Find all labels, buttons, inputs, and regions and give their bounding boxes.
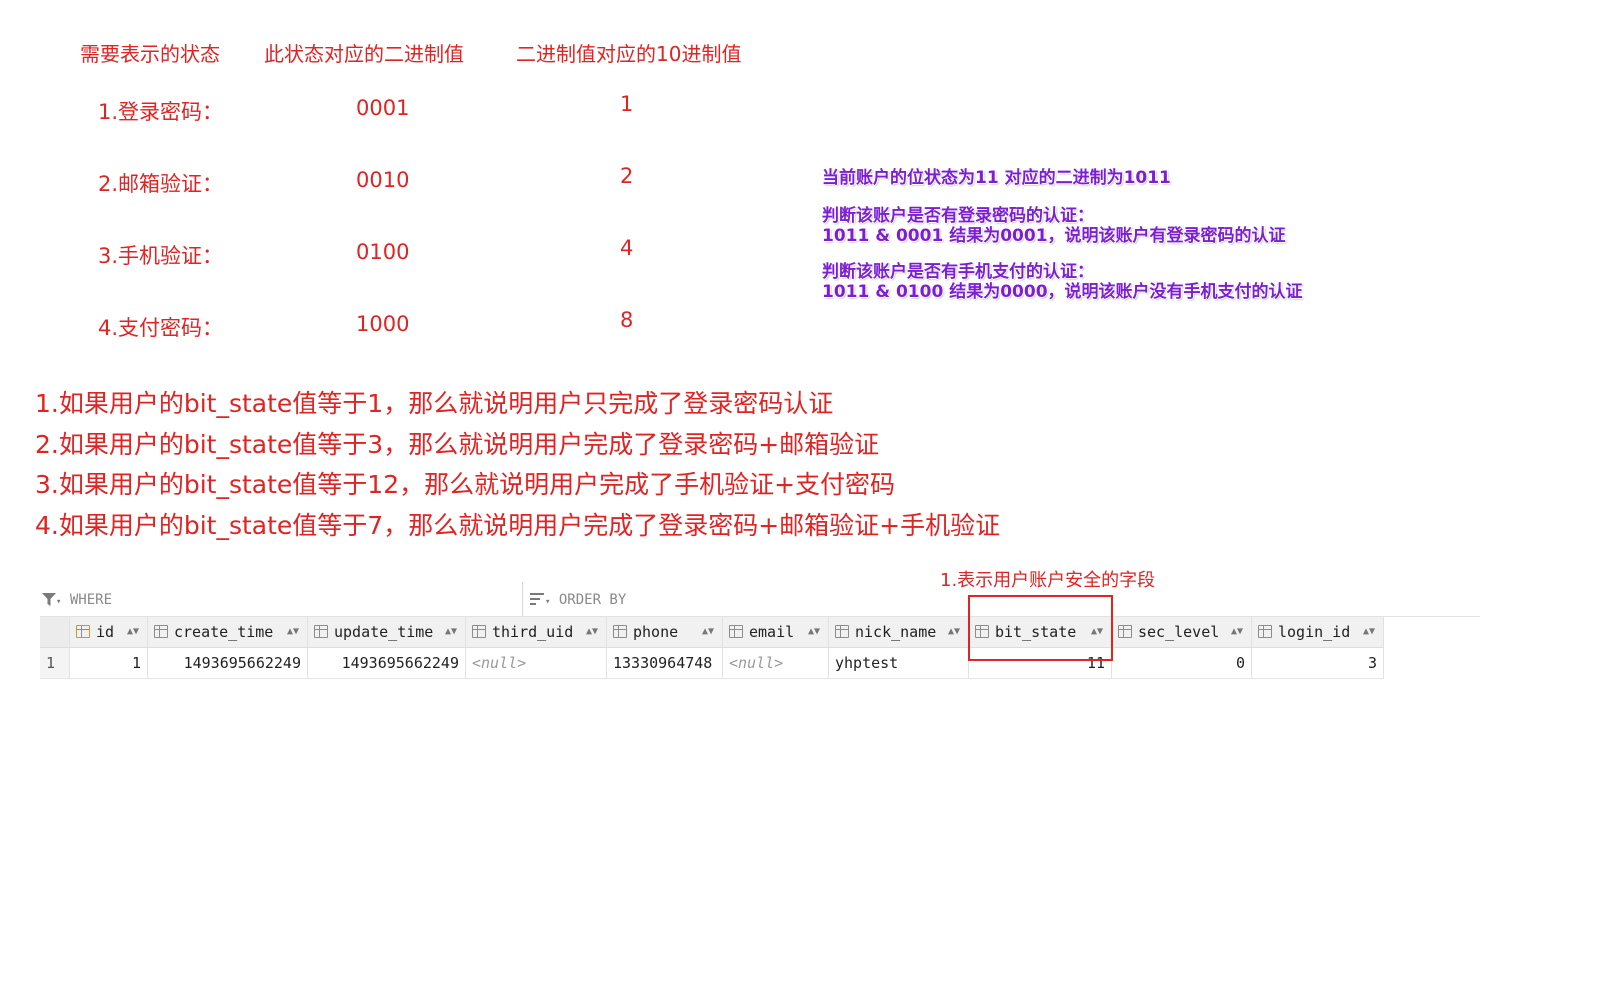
filter-icon bbox=[42, 593, 56, 606]
note-line-4: 判断该账户是否有手机支付的认证： bbox=[822, 262, 1094, 282]
column-header-nick-name[interactable]: nick_name ▲▼ bbox=[829, 617, 969, 647]
column-icon bbox=[729, 625, 743, 638]
state-decimal-phone: 4 bbox=[620, 236, 634, 260]
state-label-payment: 4.支付密码： bbox=[98, 316, 224, 340]
order-by-filter[interactable]: ▾ ORDER BY bbox=[530, 592, 626, 608]
where-filter[interactable]: ▾ WHERE bbox=[42, 592, 112, 608]
column-icon bbox=[314, 625, 328, 638]
sort-icon[interactable]: ▲▼ bbox=[1363, 617, 1375, 647]
state-label-login: 1.登录密码： bbox=[98, 100, 224, 124]
row-number-header bbox=[40, 617, 70, 647]
column-header-email[interactable]: email ▲▼ bbox=[723, 617, 829, 647]
state-binary-phone: 0100 bbox=[356, 240, 410, 264]
state-decimal-email: 2 bbox=[620, 164, 634, 188]
note-line-3: 1011 & 0001 结果为0001，说明该账户有登录密码的认证 bbox=[822, 226, 1286, 246]
cell-id[interactable]: 1 bbox=[70, 648, 148, 678]
cell-email[interactable]: <null> bbox=[723, 648, 829, 678]
note-line-5: 1011 & 0100 结果为0000，说明该账户没有手机支付的认证 bbox=[822, 282, 1303, 302]
column-header-id[interactable]: id ▲▼ bbox=[70, 617, 148, 647]
column-header-phone[interactable]: phone ▲▼ bbox=[607, 617, 723, 647]
rule-3: 3.如果用户的bit_state值等于12，那么就说明用户完成了手机验证+支付密… bbox=[35, 470, 896, 499]
rule-2: 2.如果用户的bit_state值等于3，那么就说明用户完成了登录密码+邮箱验证 bbox=[35, 430, 880, 459]
cell-sec-level[interactable]: 0 bbox=[1112, 648, 1252, 678]
note-line-2: 判断该账户是否有登录密码的认证： bbox=[822, 206, 1094, 226]
column-icon bbox=[154, 625, 168, 638]
column-header-update-time[interactable]: update_time ▲▼ bbox=[308, 617, 466, 647]
cell-third-uid[interactable]: <null> bbox=[466, 648, 607, 678]
state-decimal-login: 1 bbox=[620, 92, 634, 116]
state-binary-login: 0001 bbox=[356, 96, 410, 120]
sort-icon[interactable]: ▲▼ bbox=[586, 617, 598, 647]
bit-state-highlight-box bbox=[968, 595, 1113, 661]
column-header-create-time[interactable]: create_time ▲▼ bbox=[148, 617, 308, 647]
column-header-sec-level[interactable]: sec_level ▲▼ bbox=[1112, 617, 1252, 647]
row-number: 1 bbox=[40, 648, 70, 678]
sort-lines-icon bbox=[530, 593, 544, 605]
header-state: 需要表示的状态 bbox=[80, 42, 220, 66]
state-decimal-payment: 8 bbox=[620, 308, 634, 332]
cell-login-id[interactable]: 3 bbox=[1252, 648, 1384, 678]
rule-1: 1.如果用户的bit_state值等于1，那么就说明用户只完成了登录密码认证 bbox=[35, 389, 834, 418]
column-icon bbox=[613, 625, 627, 638]
sort-icon[interactable]: ▲▼ bbox=[948, 617, 960, 647]
column-icon bbox=[472, 625, 486, 638]
cell-phone[interactable]: 13330964748 bbox=[607, 648, 723, 678]
sort-icon[interactable]: ▲▼ bbox=[445, 617, 457, 647]
cell-nick-name[interactable]: yhptest bbox=[829, 648, 969, 678]
table-row[interactable]: 1 1 1493695662249 1493695662249 <null> 1… bbox=[40, 648, 1384, 679]
state-label-phone: 3.手机验证： bbox=[98, 244, 224, 268]
key-column-icon bbox=[76, 625, 90, 638]
note-line-1: 当前账户的位状态为11 对应的二进制为1011 bbox=[822, 168, 1171, 188]
rule-4: 4.如果用户的bit_state值等于7，那么就说明用户完成了登录密码+邮箱验证… bbox=[35, 511, 1001, 540]
cell-update-time[interactable]: 1493695662249 bbox=[308, 648, 466, 678]
sort-icon[interactable]: ▲▼ bbox=[1231, 617, 1243, 647]
grid-header-row: id ▲▼ create_time ▲▼ update_time ▲▼ third_u… bbox=[40, 617, 1384, 648]
column-icon bbox=[1118, 625, 1132, 638]
column-header-third-uid[interactable]: third_uid ▲▼ bbox=[466, 617, 607, 647]
header-binary: 此状态对应的二进制值 bbox=[264, 42, 464, 66]
sort-icon[interactable]: ▲▼ bbox=[702, 617, 714, 647]
column-header-login-id[interactable]: login_id ▲▼ bbox=[1252, 617, 1384, 647]
column-icon bbox=[1258, 625, 1272, 638]
state-binary-payment: 1000 bbox=[356, 312, 410, 336]
column-icon bbox=[835, 625, 849, 638]
filter-toolbar: ▾ WHERE ▾ ORDER BY bbox=[40, 582, 1480, 617]
order-by-label: ORDER BY bbox=[558, 592, 627, 608]
sort-icon[interactable]: ▲▼ bbox=[127, 617, 139, 647]
toolbar-divider bbox=[522, 582, 523, 616]
state-label-email: 2.邮箱验证： bbox=[98, 172, 224, 196]
sort-icon[interactable]: ▲▼ bbox=[287, 617, 299, 647]
header-decimal: 二进制值对应的10进制值 bbox=[516, 42, 742, 66]
where-label: WHERE bbox=[69, 592, 113, 608]
state-binary-email: 0010 bbox=[356, 168, 410, 192]
cell-create-time[interactable]: 1493695662249 bbox=[148, 648, 308, 678]
sort-icon[interactable]: ▲▼ bbox=[808, 617, 820, 647]
